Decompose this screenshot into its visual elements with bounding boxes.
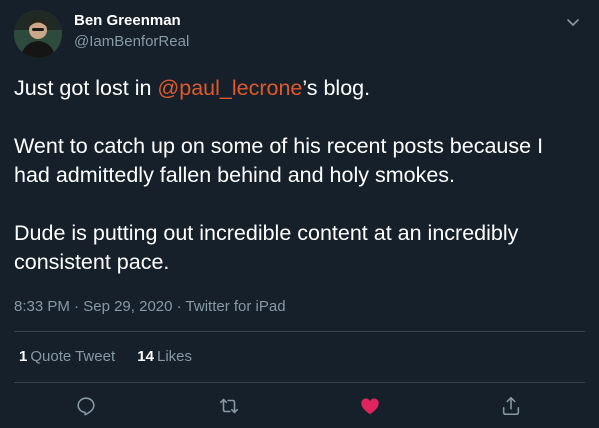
divider [14, 382, 585, 383]
chevron-down-icon [567, 19, 579, 26]
quote-tweets-stat[interactable]: 1 Quote Tweet [19, 348, 115, 365]
tweet-meta: 8:33 PM · Sep 29, 2020 · Twitter for iPa… [14, 298, 286, 315]
tweet-source[interactable]: Twitter for iPad [186, 298, 286, 315]
reply-icon [77, 397, 95, 416]
retweet-button[interactable] [216, 393, 242, 419]
tweet-stats: 1 Quote Tweet 14 Likes [19, 348, 210, 365]
tweet-text: Just got lost in @paul_lecrone’s blog. W… [14, 74, 584, 277]
action-bar [0, 393, 599, 421]
like-button[interactable] [357, 393, 383, 419]
share-button[interactable] [498, 393, 524, 419]
like-count: 14 [137, 348, 154, 365]
mention-link[interactable]: @paul_lecrone [157, 76, 302, 100]
share-icon [502, 396, 520, 416]
reply-button[interactable] [73, 393, 99, 419]
tweet-paragraph-1: Just got lost in @paul_lecrone’s blog. [14, 74, 584, 103]
tweet-text-part: ’s blog. [302, 76, 371, 100]
tweet-date[interactable]: Sep 29, 2020 [83, 298, 172, 315]
quote-label: Quote Tweet [30, 348, 116, 365]
like-label: Likes [156, 348, 193, 365]
quote-count: 1 [19, 348, 28, 365]
author-handle[interactable]: @IamBenforReal [74, 33, 189, 50]
tweet-paragraph-3: Dude is putting out incredible content a… [14, 221, 519, 274]
avatar[interactable] [14, 10, 62, 58]
tweet-text-part: Just got lost in [14, 76, 158, 100]
tweet-paragraph-2: Went to catch up on some of his recent p… [14, 134, 544, 187]
tweet-menu-button[interactable] [563, 12, 583, 32]
avatar-photo [14, 10, 62, 58]
heart-icon [361, 398, 379, 415]
likes-stat[interactable]: 14 Likes [137, 348, 192, 365]
author-display-name[interactable]: Ben Greenman [74, 12, 181, 29]
tweet-time[interactable]: 8:33 PM [14, 298, 70, 315]
meta-separator: · [69, 298, 84, 315]
divider [14, 331, 585, 332]
meta-separator: · [172, 298, 186, 315]
retweet-icon [219, 398, 239, 414]
